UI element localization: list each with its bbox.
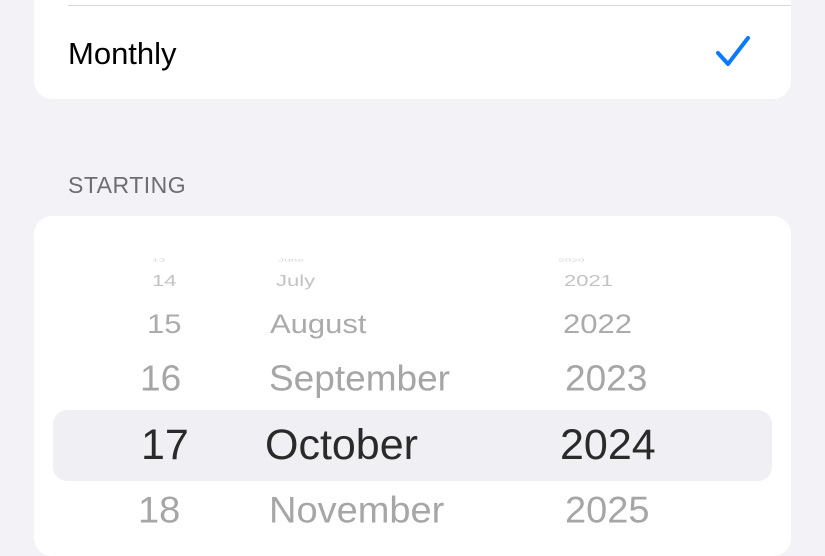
- picker-item[interactable]: 16: [140, 359, 181, 400]
- picker-item[interactable]: June: [278, 258, 304, 263]
- picker-item[interactable]: 17: [141, 421, 189, 470]
- picker-item[interactable]: 18: [138, 491, 180, 533]
- picker-item[interactable]: 2020: [558, 258, 585, 263]
- date-picker[interactable]: 13 14 15 16 17 18 June July August September Octob…: [34, 216, 791, 556]
- picker-item[interactable]: 2023: [565, 359, 647, 400]
- picker-item[interactable]: 2022: [563, 308, 632, 340]
- picker-item[interactable]: 2025: [565, 491, 650, 533]
- section-header-starting: STARTING: [68, 172, 187, 198]
- divider: [68, 5, 791, 6]
- picker-item[interactable]: July: [276, 272, 315, 290]
- picker-item[interactable]: 2021: [564, 272, 613, 290]
- picker-item[interactable]: 15: [147, 308, 181, 340]
- checkmark-icon: [716, 36, 750, 66]
- picker-item[interactable]: September: [269, 359, 450, 400]
- repeat-options-card: Monthly: [34, 0, 791, 99]
- picker-item[interactable]: August: [270, 308, 367, 340]
- picker-item[interactable]: October: [265, 421, 418, 470]
- picker-item[interactable]: 14: [152, 272, 176, 290]
- picker-item[interactable]: November: [269, 491, 444, 533]
- picker-item[interactable]: 13: [152, 258, 165, 263]
- picker-item[interactable]: 2024: [560, 421, 656, 470]
- option-label: Monthly: [68, 36, 177, 71]
